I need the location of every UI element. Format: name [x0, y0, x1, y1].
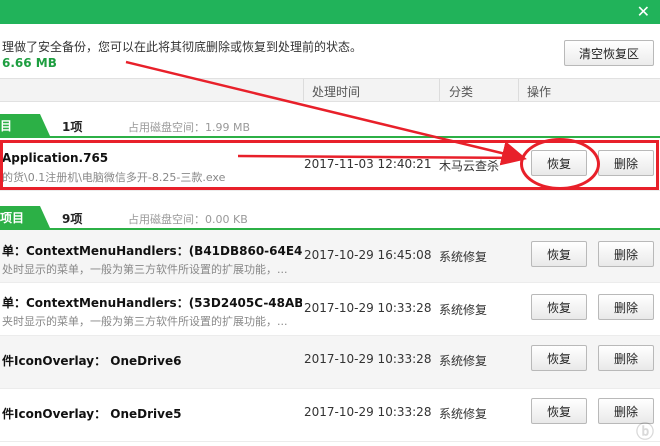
- group-header-trojan[interactable]: 目 1项 占用磁盘空间：1.99 MB: [0, 112, 660, 138]
- item-name: Application.765: [2, 151, 109, 165]
- item-name: 单：ContextMenuHandlers：(53D2405C-48AB-4C8…: [2, 296, 302, 310]
- item-path: 的货\0.1注册机\电脑微信多开-8.25-三款.exe: [2, 171, 226, 184]
- header-time[interactable]: 处理时间: [312, 83, 360, 100]
- restore-button[interactable]: 恢复: [531, 398, 587, 424]
- table-row[interactable]: Application.765 的货\0.1注册机\电脑微信多开-8.25-三款…: [0, 138, 660, 191]
- restore-button[interactable]: 恢复: [531, 150, 587, 176]
- table-row[interactable]: 件IconOverlay： OneDrive6 2017-10-29 10:33…: [0, 336, 660, 389]
- group-count: 9项: [62, 212, 83, 226]
- clear-recovery-button[interactable]: 清空恢复区: [564, 40, 654, 66]
- header-category[interactable]: 分类: [449, 83, 473, 100]
- delete-button[interactable]: 删除: [598, 150, 654, 176]
- restore-button[interactable]: 恢复: [531, 345, 587, 371]
- header-divider: [303, 79, 304, 101]
- item-category: 系统修复: [439, 250, 488, 264]
- header-action: 操作: [527, 85, 552, 99]
- watermark-logo: ⓑ: [636, 422, 654, 443]
- delete-button[interactable]: 删除: [598, 241, 654, 267]
- table-row[interactable]: 件IconOverlay： OneDrive5 2017-10-29 10:33…: [0, 389, 660, 442]
- close-icon[interactable]: ✕: [637, 3, 650, 21]
- item-category: 系统修复: [439, 407, 488, 421]
- group-disk-space: 占用磁盘空间：1.99 MB: [128, 121, 251, 134]
- header-divider: [439, 79, 440, 101]
- table-row[interactable]: 单：ContextMenuHandlers：(B41DB860-64E4-11D…: [0, 230, 660, 283]
- item-name: 件IconOverlay： OneDrive6: [2, 354, 182, 368]
- delete-button[interactable]: 删除: [598, 345, 654, 371]
- item-time: 2017-10-29 10:33:28: [304, 405, 432, 419]
- table-header: 处理时间 分类 操作: [0, 78, 660, 102]
- item-time: 2017-11-03 12:40:21: [304, 157, 432, 171]
- title-bar: ✕: [0, 0, 660, 24]
- group-tag: 目: [0, 114, 50, 136]
- backup-size-text: 6.66 MB: [2, 56, 57, 70]
- header-divider: [518, 79, 519, 101]
- group-disk-space: 占用磁盘空间：0.00 KB: [128, 213, 248, 226]
- restore-button[interactable]: 恢复: [531, 294, 587, 320]
- item-name: 件IconOverlay： OneDrive5: [2, 407, 182, 421]
- item-path: 夹时显示的菜单，一般为第三方软件所设置的扩展功能，...: [2, 315, 288, 328]
- delete-button[interactable]: 删除: [598, 294, 654, 320]
- item-path: 处时显示的菜单，一般为第三方软件所设置的扩展功能，...: [2, 263, 288, 276]
- item-category: 木马云查杀: [439, 159, 500, 173]
- backup-info-text: 理做了安全备份，您可以在此将其彻底删除或恢复到处理前的状态。: [2, 40, 363, 54]
- restore-button[interactable]: 恢复: [531, 241, 587, 267]
- table-row[interactable]: 单：ContextMenuHandlers：(53D2405C-48AB-4C8…: [0, 283, 660, 336]
- group-count: 1项: [62, 120, 83, 134]
- item-category: 系统修复: [439, 303, 488, 317]
- item-time: 2017-10-29 16:45:08: [304, 248, 432, 262]
- item-name: 单：ContextMenuHandlers：(B41DB860-64E4-11D…: [2, 244, 302, 258]
- group-header-system[interactable]: 项目 9项 占用磁盘空间：0.00 KB: [0, 204, 660, 230]
- group-tag: 项目: [0, 206, 50, 228]
- item-time: 2017-10-29 10:33:28: [304, 352, 432, 366]
- item-category: 系统修复: [439, 354, 488, 368]
- item-time: 2017-10-29 10:33:28: [304, 301, 432, 315]
